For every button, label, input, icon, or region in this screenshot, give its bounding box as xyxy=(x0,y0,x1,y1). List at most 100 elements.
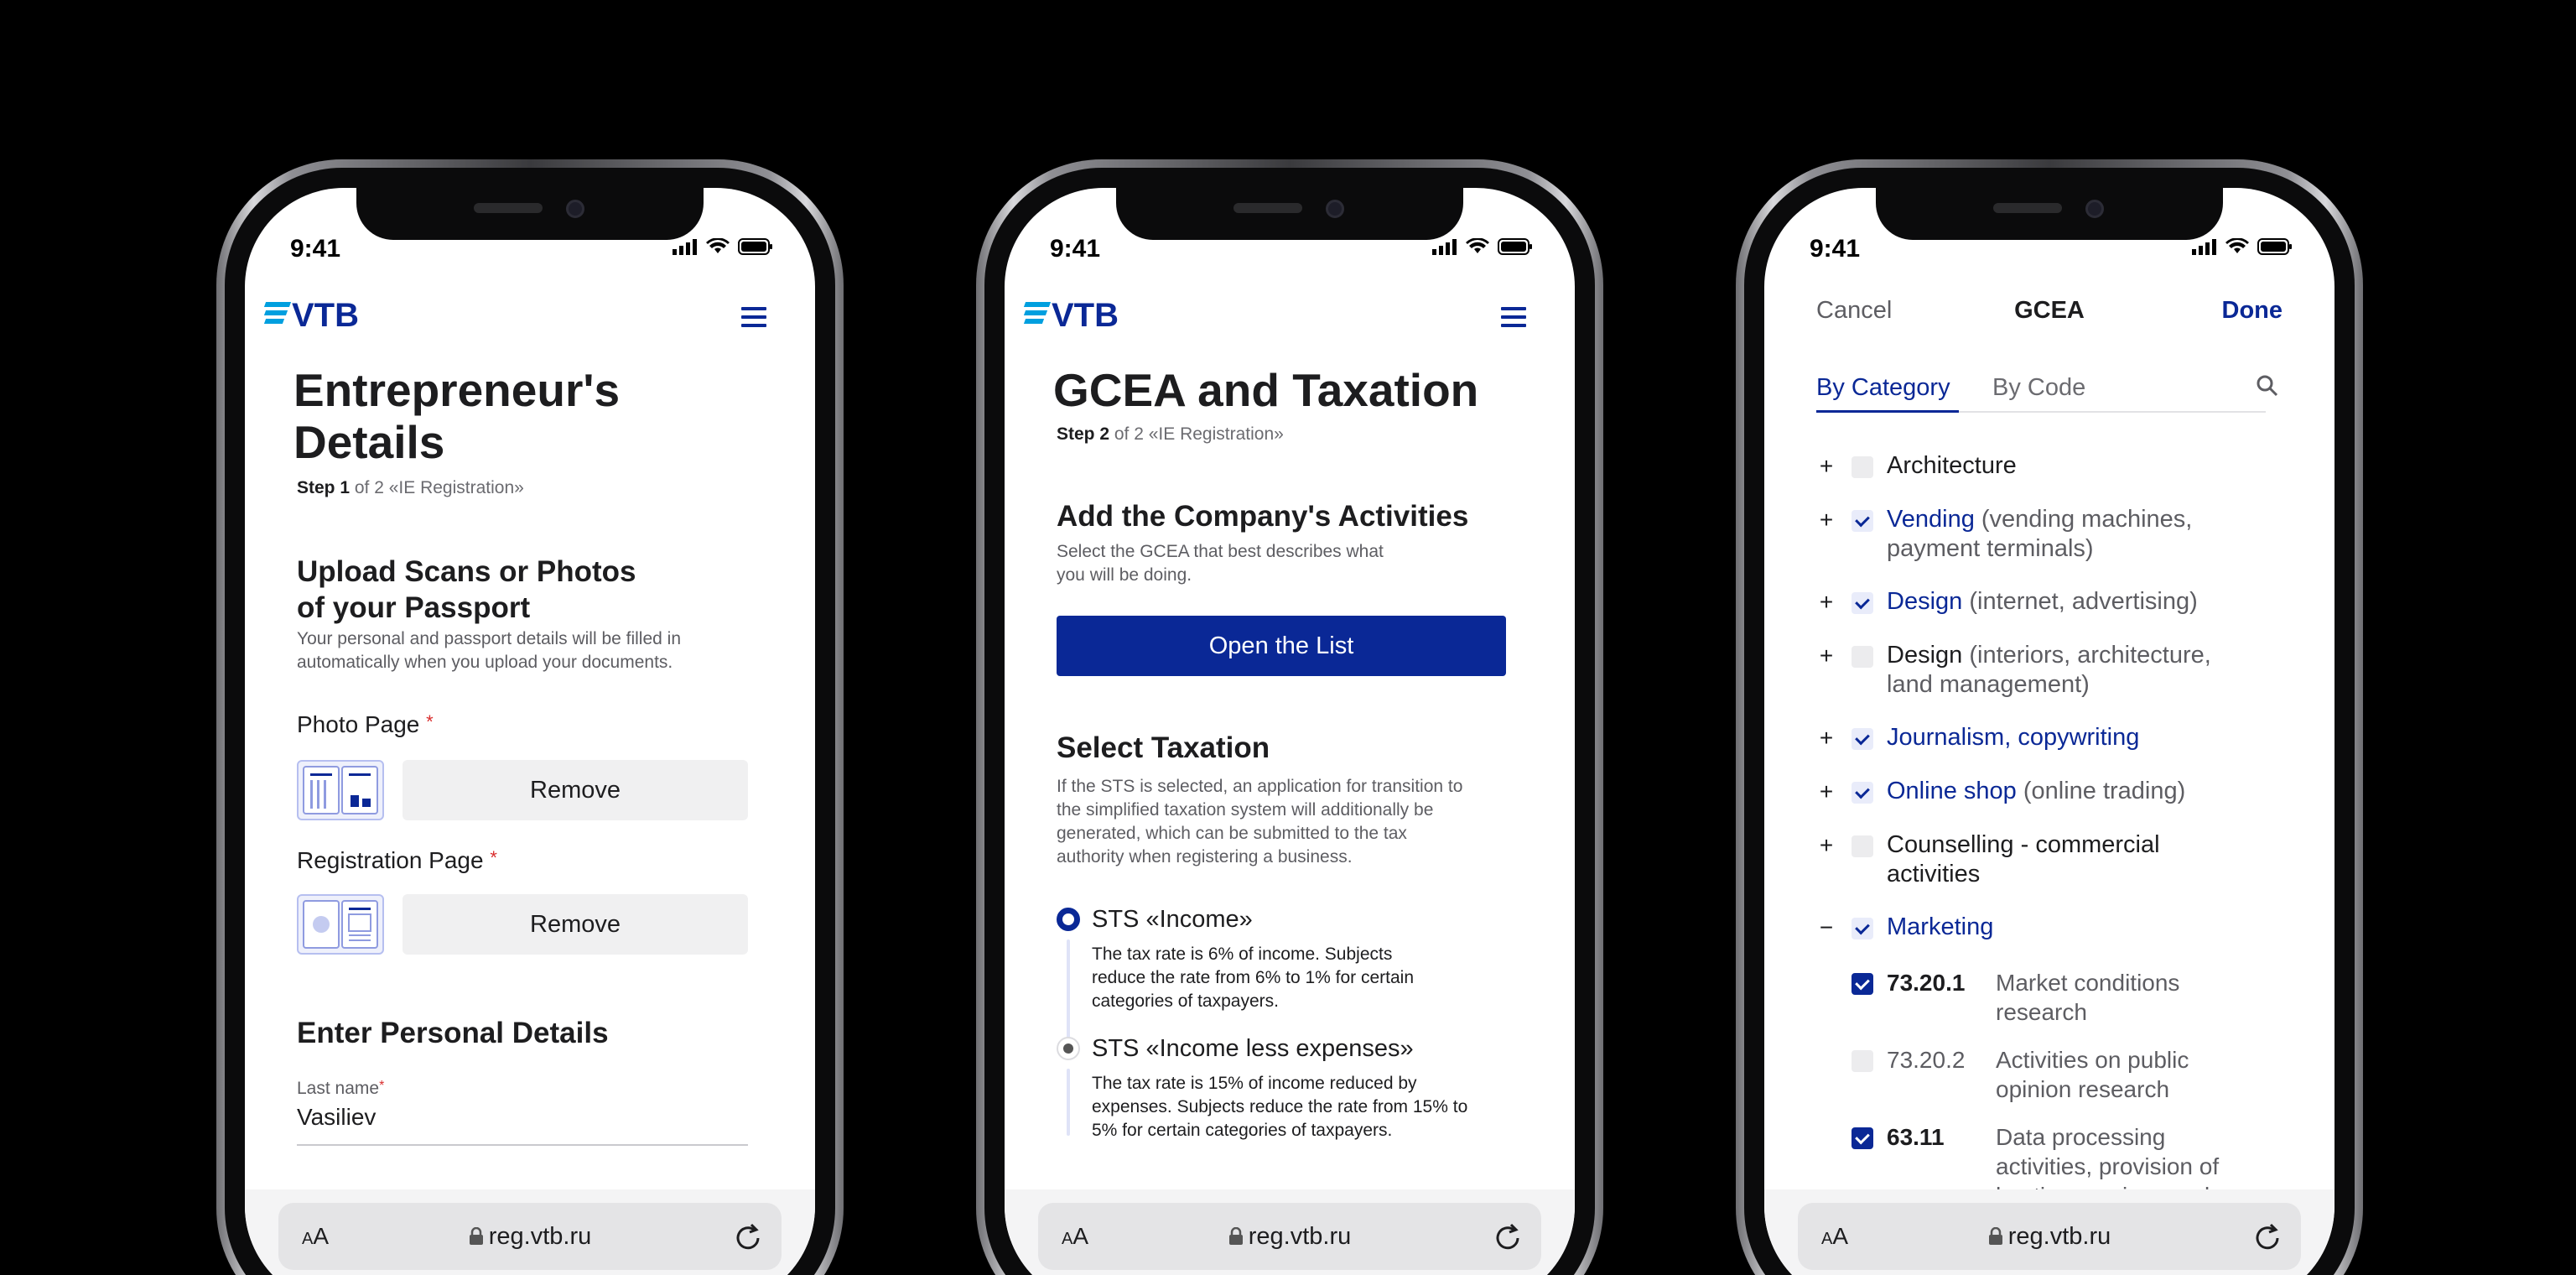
passport-photo-page-icon xyxy=(303,766,378,814)
category-label: Design (interiors, architecture, land man… xyxy=(1887,642,2211,698)
checkbox[interactable] xyxy=(1852,592,1873,614)
expand-icon[interactable]: + xyxy=(1816,507,1836,533)
url-bar[interactable]: AA reg.vtb.ru xyxy=(1038,1203,1541,1270)
browser-bottom-bar: AA reg.vtb.ru xyxy=(1005,1189,1575,1275)
wifi-icon xyxy=(706,238,730,253)
last-name-label: Last name* xyxy=(297,1079,385,1098)
activities-heading: Add the Company's Activities xyxy=(1057,500,1469,533)
menu-icon[interactable] xyxy=(1501,307,1526,327)
menu-icon[interactable] xyxy=(741,307,766,327)
personal-details-heading: Enter Personal Details xyxy=(297,1017,609,1049)
lock-icon xyxy=(469,1226,483,1245)
status-icons xyxy=(1432,238,1533,255)
screen-gcea-picker: 9:41 Cancel GCEA Done By Category By Cod… xyxy=(1764,188,2334,1275)
last-name-underline xyxy=(297,1144,748,1146)
status-time: 9:41 xyxy=(290,235,341,263)
screen-entrepreneur-details: 9:41 VTB Entrepreneur's Details Step 1 o… xyxy=(245,188,815,1275)
checkbox[interactable] xyxy=(1852,510,1873,532)
battery-icon xyxy=(738,238,772,255)
checkbox[interactable] xyxy=(1852,782,1873,804)
remove-registration-page-button[interactable]: Remove xyxy=(402,894,748,955)
reload-icon[interactable] xyxy=(1494,1220,1523,1253)
url-text: reg.vtb.ru xyxy=(1798,1223,2301,1251)
sts-income-title[interactable]: STS «Income» xyxy=(1092,906,1253,934)
remove-photo-page-button[interactable]: Remove xyxy=(402,760,748,820)
category-label: Vending (vending machines, payment termin… xyxy=(1887,506,2193,562)
vtb-stripes xyxy=(263,301,292,324)
reload-icon[interactable] xyxy=(735,1220,763,1253)
expand-icon[interactable]: + xyxy=(1816,832,1836,859)
phone-frame-2: 9:41 VTB GCEA and Taxation Step 2 of 2 «… xyxy=(976,159,1603,1275)
category-label: Design (internet, advertising) xyxy=(1887,588,2198,615)
url-bar[interactable]: AA reg.vtb.ru xyxy=(278,1203,782,1270)
category-label: Counselling - commercial activities xyxy=(1887,831,2160,887)
checkbox[interactable] xyxy=(1852,728,1873,750)
battery-icon xyxy=(1498,238,1532,255)
expand-icon[interactable]: + xyxy=(1816,778,1836,805)
category-label: Journalism, copywriting xyxy=(1887,724,2140,751)
speaker xyxy=(1233,203,1302,213)
checkbox[interactable] xyxy=(1852,646,1873,668)
wifi-icon xyxy=(1466,238,1489,253)
phone-frame-1: 9:41 VTB Entrepreneur's Details Step 1 o… xyxy=(216,159,844,1275)
url-bar[interactable]: AA reg.vtb.ru xyxy=(1798,1203,2301,1270)
vtb-logo[interactable]: VTB xyxy=(1023,297,1119,335)
checkbox[interactable] xyxy=(1852,973,1873,995)
expand-icon[interactable]: + xyxy=(1816,589,1836,616)
notch xyxy=(1116,188,1463,240)
expand-icon[interactable]: + xyxy=(1816,725,1836,752)
tab-by-code[interactable]: By Code xyxy=(1992,374,2085,402)
battery-icon xyxy=(2257,238,2292,255)
step-indicator: Step 1 of 2 «IE Registration» xyxy=(297,478,524,497)
registration-page-thumbnail[interactable] xyxy=(297,894,384,955)
vtb-wordmark: VTB xyxy=(292,297,359,334)
expand-icon[interactable]: + xyxy=(1816,643,1836,669)
checkbox[interactable] xyxy=(1852,918,1873,939)
browser-bottom-bar: AA reg.vtb.ru xyxy=(1764,1189,2334,1275)
status-icons xyxy=(2192,238,2293,255)
step-indicator: Step 2 of 2 «IE Registration» xyxy=(1057,424,1284,444)
category-label: Online shop (online trading) xyxy=(1887,778,2186,804)
search-icon[interactable] xyxy=(2256,374,2279,398)
code-number: 73.20.2 xyxy=(1887,1047,1966,1073)
upload-description: Your personal and passport details will … xyxy=(297,629,682,672)
page-title: GCEA and Taxation xyxy=(1053,364,1479,416)
camera xyxy=(2085,200,2104,218)
signal-icon xyxy=(673,239,697,255)
checkbox[interactable] xyxy=(1852,835,1873,857)
sts-income-radio[interactable] xyxy=(1057,908,1080,931)
reload-icon[interactable] xyxy=(2254,1220,2283,1253)
expand-icon[interactable]: + xyxy=(1816,453,1836,480)
checkbox[interactable] xyxy=(1852,1127,1873,1149)
phone-frame-3: 9:41 Cancel GCEA Done By Category By Cod… xyxy=(1736,159,2363,1275)
status-icons xyxy=(673,238,773,255)
last-name-field[interactable]: Vasiliev xyxy=(297,1104,376,1131)
sts-income-less-expenses-title[interactable]: STS «Income less expenses» xyxy=(1092,1035,1414,1063)
activities-description: Select the GCEA that best describes what… xyxy=(1057,542,1384,585)
sts-income-description: The tax rate is 6% of income. Subjects r… xyxy=(1092,945,1415,1011)
lock-icon xyxy=(1228,1226,1243,1245)
checkbox[interactable] xyxy=(1852,456,1873,478)
done-button[interactable]: Done xyxy=(2222,297,2283,325)
category-label: Marketing xyxy=(1887,913,1994,940)
speaker xyxy=(474,203,543,213)
collapse-icon[interactable]: − xyxy=(1816,914,1836,941)
photo-page-thumbnail[interactable] xyxy=(297,760,384,820)
code-number: 63.11 xyxy=(1887,1124,1945,1150)
open-list-button[interactable]: Open the List xyxy=(1057,616,1506,676)
taxation-description: If the STS is selected, an application f… xyxy=(1057,777,1463,866)
active-tab-indicator xyxy=(1816,410,1959,413)
tab-by-category[interactable]: By Category xyxy=(1816,374,1950,402)
sts-income-less-expenses-radio[interactable] xyxy=(1057,1037,1080,1060)
wifi-icon xyxy=(2225,238,2249,253)
camera xyxy=(1326,200,1344,218)
vtb-logo[interactable]: VTB xyxy=(263,297,359,335)
code-description: Activities on public opinion research xyxy=(1996,1047,2189,1102)
signal-icon xyxy=(2192,239,2216,255)
checkbox[interactable] xyxy=(1852,1050,1873,1072)
notch xyxy=(1876,188,2223,240)
browser-bottom-bar: AA reg.vtb.ru xyxy=(245,1189,815,1275)
code-number: 73.20.1 xyxy=(1887,970,1966,996)
photo-page-label: Photo Page * xyxy=(297,711,434,737)
lock-icon xyxy=(1988,1226,2002,1245)
